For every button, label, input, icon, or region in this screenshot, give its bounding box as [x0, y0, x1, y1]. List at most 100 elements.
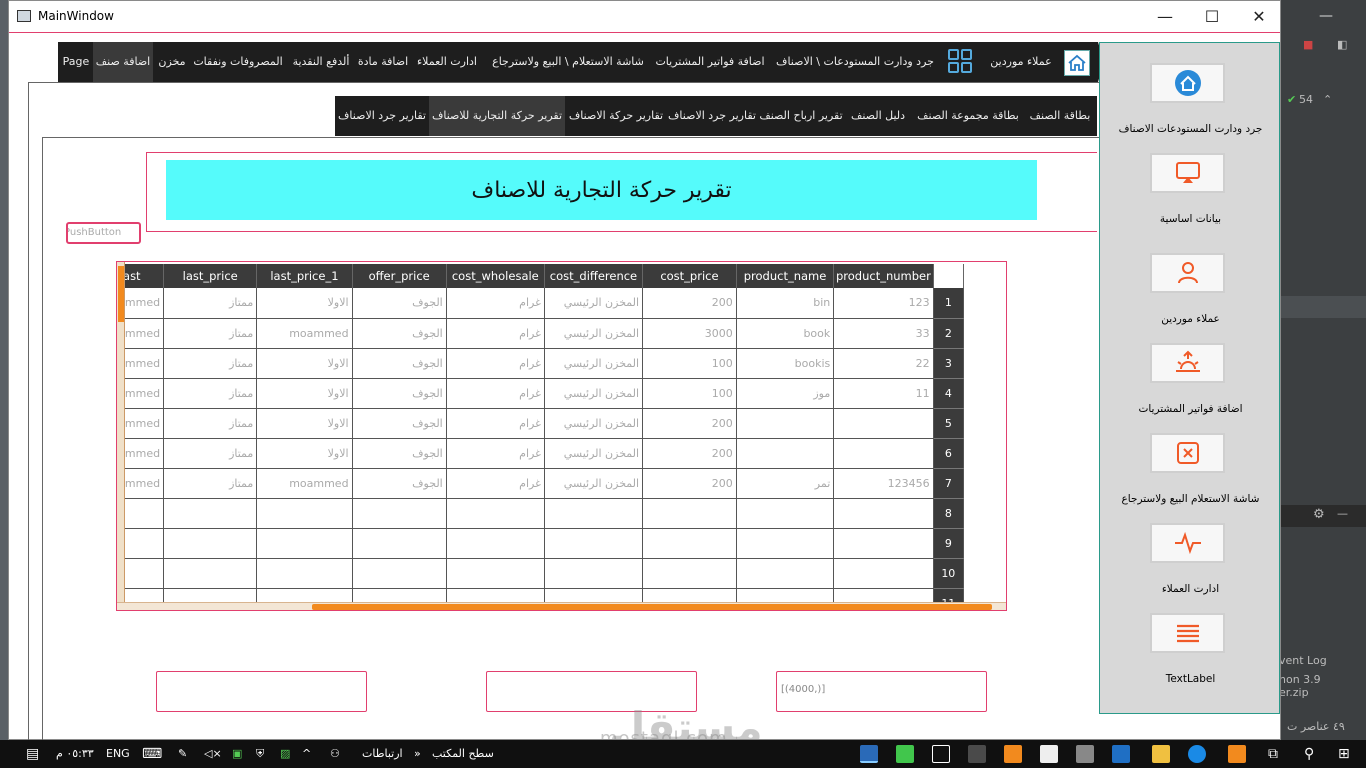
subtab-item-card[interactable]: بطاقة الصنف [1025, 96, 1095, 136]
tab-add-material[interactable]: اضافة مادة [356, 42, 410, 82]
app-blue-icon[interactable] [1112, 745, 1130, 763]
tab-add-item[interactable]: اضافة صنف [93, 42, 153, 82]
subtab-item-guide[interactable]: دليل الصنف [845, 96, 911, 136]
table-row[interactable]: 10 [117, 558, 965, 589]
table-cell[interactable]: موز [736, 378, 835, 409]
subtab-item-group-card[interactable]: بطاقة مجموعة الصنف [913, 96, 1023, 136]
mail-icon[interactable] [1040, 745, 1058, 763]
table-row[interactable]: mmammedممتازالاولاالجوفغرامالمخزن الرئيس… [117, 348, 965, 379]
taskbar-language[interactable]: ENG [106, 740, 130, 768]
table-cell[interactable] [544, 558, 644, 589]
column-header[interactable]: last_price [163, 264, 258, 288]
table-cell[interactable] [352, 528, 447, 559]
pen-icon[interactable]: ✎ [178, 740, 187, 768]
tab-query-sales-returns[interactable]: شاشة الاستعلام \ البيع ولاسترجاع [484, 42, 652, 82]
table-cell[interactable]: ممتاز [163, 468, 258, 499]
vertical-scroll-thumb[interactable] [118, 266, 124, 322]
row-header[interactable]: 8 [933, 498, 965, 529]
grid-icon[interactable] [948, 49, 974, 75]
table-cell[interactable] [446, 528, 545, 559]
people-icon[interactable]: ⚇ [330, 740, 340, 768]
pycharm-icon[interactable] [932, 745, 950, 763]
tab-warehouse[interactable]: مخزن [156, 42, 188, 82]
column-header[interactable]: last_price_1 [256, 264, 353, 288]
row-header[interactable]: 3 [933, 348, 965, 379]
table-cell[interactable]: المخزن الرئيسي [544, 378, 644, 409]
start-icon[interactable]: ⊞ [1338, 740, 1350, 768]
ide-settings-icon[interactable]: ⚙ [1313, 507, 1325, 522]
tab-page[interactable]: Page [61, 42, 91, 82]
table-cell[interactable] [352, 558, 447, 589]
tray-app-icon[interactable]: ▣ [232, 740, 242, 768]
column-header[interactable]: product_number [833, 264, 934, 288]
table-cell[interactable] [256, 498, 353, 529]
subtab-items-inventory-reports[interactable]: تقارير جرد الاصناف [667, 96, 757, 136]
double-chevron-icon[interactable]: » [414, 740, 421, 768]
side-button-purchase-invoices[interactable] [1150, 343, 1225, 383]
file-explorer-icon[interactable] [1152, 745, 1170, 763]
table-cell[interactable]: غرام [446, 438, 545, 469]
side-button-customer-management[interactable] [1150, 523, 1225, 563]
column-header[interactable]: cost_price [642, 264, 737, 288]
horizontal-scroll-thumb[interactable] [312, 604, 992, 610]
table-cell[interactable]: غرام [446, 408, 545, 439]
subtab-inventory-reports[interactable]: تقارير جرد الاصناف [335, 96, 429, 136]
table-cell[interactable] [446, 558, 545, 589]
tab-cash-payment[interactable]: ألدفع النقدية [288, 42, 354, 82]
table-cell[interactable]: ممتاز [163, 348, 258, 379]
table-cell[interactable]: bookis [736, 348, 835, 379]
column-header[interactable]: cost_difference [544, 264, 644, 288]
keyboard-icon[interactable]: ⌨ [142, 740, 162, 768]
notification-icon[interactable]: ▤ [26, 740, 39, 768]
table-cell[interactable]: 200 [642, 408, 737, 439]
table-cell[interactable] [163, 558, 258, 589]
table-row[interactable]: mmammedممتازالاولاالجوفغرامالمخزن الرئيس… [117, 438, 965, 469]
row-header[interactable]: 10 [933, 558, 965, 589]
table-cell[interactable]: الاولا [256, 438, 353, 469]
tab-expenses[interactable]: المصروفات ونفقات [190, 42, 286, 82]
store-icon[interactable] [1076, 745, 1094, 763]
table-cell[interactable] [163, 498, 258, 529]
table-cell[interactable] [736, 498, 835, 529]
table-cell[interactable]: ممتاز [163, 378, 258, 409]
table-cell[interactable] [446, 498, 545, 529]
table-cell[interactable] [544, 498, 644, 529]
links-toolbar[interactable]: ارتباطات [362, 740, 403, 768]
vertical-scrollbar[interactable] [117, 262, 125, 606]
table-cell[interactable]: المخزن الرئيسي [544, 408, 644, 439]
ide-event-log[interactable]: vent Log [1279, 654, 1327, 667]
task-view-icon[interactable]: ⧉ [1268, 740, 1278, 768]
table-cell[interactable]: الاولا [256, 378, 353, 409]
side-button-textlabel[interactable] [1150, 613, 1225, 653]
table-cell[interactable] [833, 528, 934, 559]
table-row[interactable]: mmammedممتازmoammedالجوفغرامالمخزن الرئي… [117, 318, 965, 349]
row-header[interactable]: 5 [933, 408, 965, 439]
table-cell[interactable]: الجوف [352, 288, 447, 319]
data-table[interactable]: ice_last last_price last_price_1 offer_p… [116, 261, 1007, 611]
output-field-1[interactable] [156, 671, 367, 712]
column-header[interactable]: cost_wholesale [446, 264, 545, 288]
table-cell[interactable]: الجوف [352, 438, 447, 469]
table-cell[interactable]: الجوف [352, 348, 447, 379]
side-button-basic-data[interactable] [1150, 153, 1225, 193]
table-cell[interactable] [544, 528, 644, 559]
sublime-icon[interactable] [1004, 745, 1022, 763]
table-cell[interactable]: 3000 [642, 318, 737, 349]
table-cell[interactable]: ممتاز [163, 408, 258, 439]
table-cell[interactable]: الجوف [352, 408, 447, 439]
table-cell[interactable] [642, 528, 737, 559]
table-cell[interactable]: غرام [446, 468, 545, 499]
table-cell[interactable]: 100 [642, 348, 737, 379]
table-row[interactable]: 8 [117, 498, 965, 529]
table-cell[interactable] [256, 528, 353, 559]
row-header[interactable]: 7 [933, 468, 965, 499]
table-cell[interactable]: الجوف [352, 378, 447, 409]
desktop-toolbar[interactable]: سطح المكتب [432, 740, 494, 768]
row-header[interactable]: 1 [933, 288, 965, 319]
table-cell[interactable]: المخزن الرئيسي [544, 438, 644, 469]
chevron-up-icon[interactable]: ^ [302, 740, 311, 768]
editor-icon[interactable] [968, 745, 986, 763]
tab-purchase-invoices[interactable]: اضافة فواتير المشتريات [654, 42, 766, 82]
table-cell[interactable]: غرام [446, 318, 545, 349]
table-cell[interactable]: المخزن الرئيسي [544, 318, 644, 349]
